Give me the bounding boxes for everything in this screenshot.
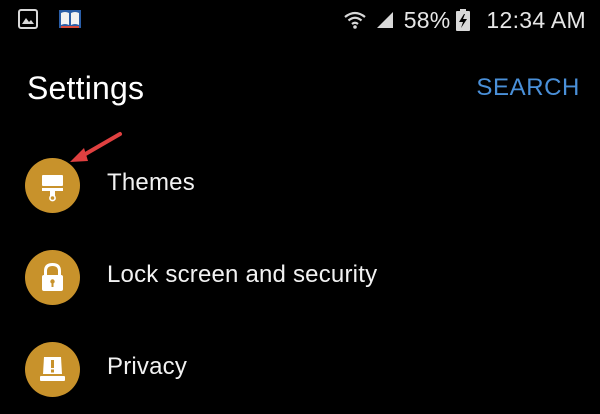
settings-item-label: Privacy [107,353,188,380]
privacy-shield-icon [40,357,65,381]
search-button[interactable]: SEARCH [476,74,580,102]
settings-item-label: Lock screen and security [107,261,378,288]
settings-item-privacy[interactable]: Privacy [0,322,600,414]
settings-list: Themes Lock screen and security Privacy [0,138,600,414]
battery-charging-icon [456,9,471,31]
page-title: Settings [27,70,145,106]
status-bar: 58% 12:34 AM [0,0,600,40]
lock-icon [42,262,63,291]
settings-item-lock-screen-and-security[interactable]: Lock screen and security [0,230,600,322]
gallery-icon [18,9,38,29]
annotation-arrow-icon [70,132,122,162]
privacy-icon-badge [25,342,80,397]
status-bar-right: 58% 12:34 AM [344,6,586,34]
wifi-icon [344,11,366,29]
settings-item-label: Themes [107,169,195,196]
clock: 12:34 AM [486,6,586,33]
book-icon [59,10,81,28]
lock-icon-badge [25,250,80,305]
battery-percentage: 58% [403,6,451,33]
signal-icon [376,12,393,28]
